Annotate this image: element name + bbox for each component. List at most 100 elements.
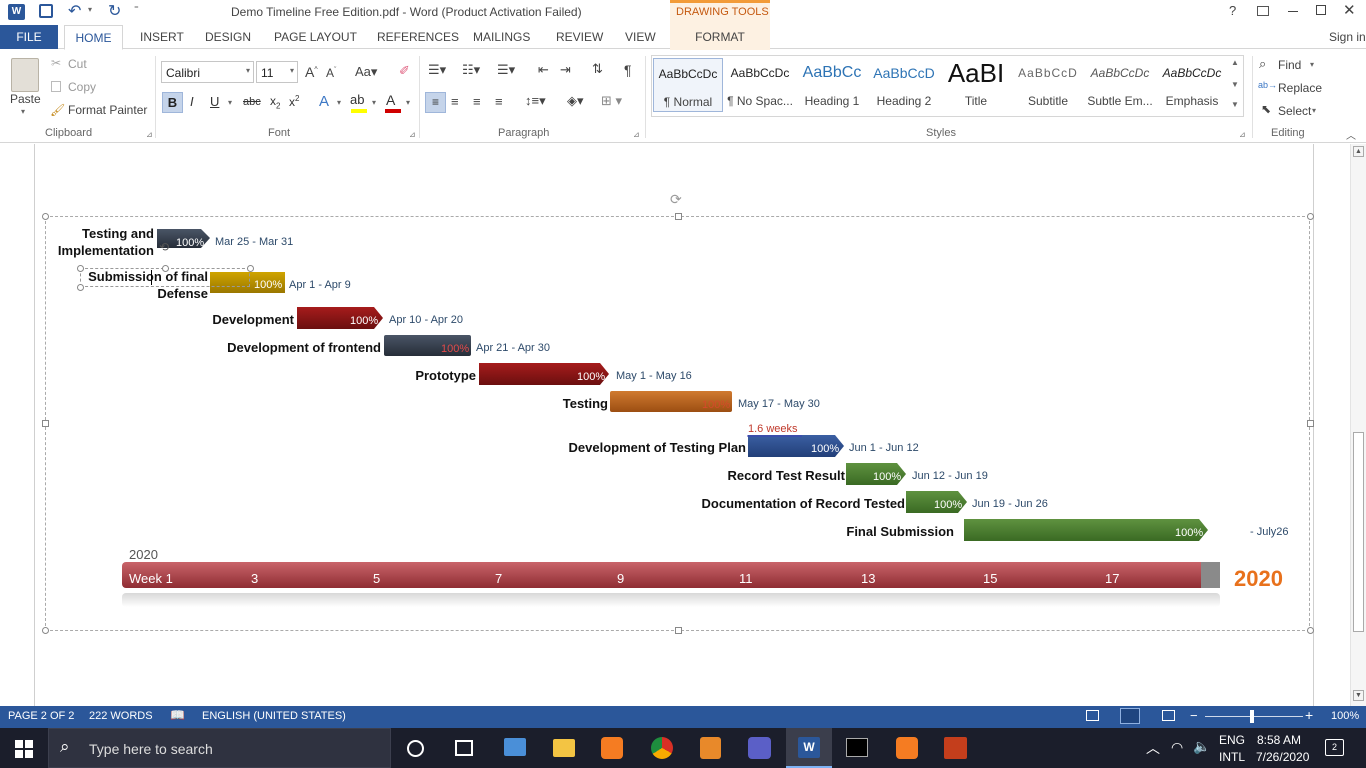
align-center-button[interactable]: ≡	[451, 94, 459, 109]
styles-launcher-icon[interactable]: ⊿	[1239, 130, 1246, 139]
xampp-icon[interactable]	[896, 737, 918, 759]
word-count[interactable]: 222 WORDS	[89, 710, 153, 722]
rotate-handle-icon[interactable]: ⟲	[159, 240, 169, 254]
tab-mailings[interactable]: MAILINGS	[473, 25, 530, 49]
network-app-icon[interactable]	[504, 738, 526, 756]
grow-font-icon[interactable]: A^	[305, 64, 318, 80]
bullets-icon[interactable]: ☰▾	[428, 62, 446, 78]
word-icon[interactable]: W	[8, 4, 25, 20]
show-marks-icon[interactable]: ¶	[624, 62, 632, 78]
wifi-icon[interactable]: ◠	[1171, 739, 1183, 756]
teams-icon[interactable]	[748, 737, 771, 759]
proofing-icon[interactable]: 📖	[170, 708, 185, 722]
task-label[interactable]: Record Test Result	[690, 468, 845, 483]
highlight-dropdown-icon[interactable]: ▾	[372, 98, 376, 107]
justify-button[interactable]: ≡	[495, 94, 503, 109]
font-name-box[interactable]: Calibri ▾	[161, 61, 254, 83]
select-button[interactable]: Select	[1278, 104, 1311, 118]
find-dropdown-icon[interactable]: ▾	[1310, 60, 1314, 69]
line-spacing-icon[interactable]: ↕≡▾	[525, 93, 546, 109]
paste-dropdown-icon[interactable]: ▾	[21, 107, 25, 116]
font-launcher-icon[interactable]: ⊿	[409, 130, 416, 139]
tab-insert[interactable]: INSERT	[140, 25, 184, 49]
copy-button[interactable]: Copy	[68, 80, 96, 94]
font-color-dropdown-icon[interactable]: ▾	[406, 98, 410, 107]
customize-qat-icon[interactable]: ⁼	[134, 4, 139, 15]
style-normal[interactable]: AaBbCcDc ¶ Normal	[653, 58, 723, 112]
tab-format[interactable]: FORMAT	[670, 25, 770, 49]
input-language-top[interactable]: ENG	[1219, 733, 1245, 747]
format-painter-button[interactable]: Format Painter	[68, 103, 147, 117]
web-layout-icon[interactable]	[1162, 710, 1175, 721]
cut-button[interactable]: Cut	[68, 57, 87, 71]
text-effects-icon[interactable]: A	[319, 93, 329, 110]
page-count[interactable]: PAGE 2 OF 2	[8, 710, 74, 722]
styles-more-icon[interactable]: ▼	[1231, 100, 1239, 109]
paste-icon[interactable]	[11, 58, 39, 92]
input-language-bottom[interactable]: INTL	[1219, 750, 1245, 764]
task-view-icon[interactable]	[455, 740, 473, 756]
notifications-icon[interactable]: 2	[1325, 739, 1344, 756]
zoom-slider-thumb[interactable]	[1250, 710, 1254, 723]
undo-dropdown-icon[interactable]: ▾	[88, 5, 92, 14]
task-label[interactable]: Documentation of Record Tested	[660, 496, 905, 511]
ribbon-display-options-icon[interactable]	[1257, 6, 1269, 16]
style-heading-2[interactable]: AaBbCcD Heading 2	[869, 58, 939, 112]
show-hidden-icons-icon[interactable]: ︿	[1146, 738, 1160, 758]
chrome-icon[interactable]	[651, 737, 673, 759]
tab-file[interactable]: FILE	[0, 25, 58, 49]
font-name-dropdown-icon[interactable]: ▾	[246, 66, 250, 75]
search-box[interactable]: ⌕ Type here to search	[48, 728, 391, 768]
style-title[interactable]: AaBI Title	[941, 58, 1011, 112]
align-right-button[interactable]: ≡	[473, 94, 481, 109]
clock-date[interactable]: 7/26/2020	[1256, 750, 1309, 764]
resize-handle[interactable]	[77, 265, 84, 272]
find-button[interactable]: Find	[1278, 58, 1301, 72]
sublime-icon[interactable]	[700, 737, 721, 759]
cortana-icon[interactable]	[407, 740, 424, 757]
styles-scroll-up-icon[interactable]: ▲	[1231, 58, 1239, 67]
close-icon[interactable]: ✕	[1343, 1, 1356, 19]
clock-time[interactable]: 8:58 AM	[1257, 733, 1301, 747]
text-effects-dropdown-icon[interactable]: ▾	[337, 98, 341, 107]
start-icon[interactable]	[15, 740, 33, 758]
style-heading-1[interactable]: AaBbCc Heading 1	[797, 58, 867, 112]
zoom-in-icon[interactable]: +	[1305, 707, 1313, 723]
task-label[interactable]: Testing	[520, 396, 608, 411]
shrink-font-icon[interactable]: Aˇ	[326, 66, 336, 80]
task-label-testing-implementation[interactable]: Testing and Implementation	[40, 225, 154, 259]
task-label[interactable]: Final Submission	[820, 524, 954, 539]
highlight-icon[interactable]: ab	[350, 92, 364, 107]
style-emphasis[interactable]: AaBbCcDc Emphasis	[1157, 58, 1227, 112]
task-label-submission[interactable]: Submission of final Defense	[80, 268, 208, 302]
minimize-icon[interactable]	[1288, 11, 1298, 12]
paragraph-launcher-icon[interactable]: ⊿	[633, 130, 640, 139]
paste-button[interactable]: Paste	[10, 92, 41, 106]
shading-icon[interactable]: ◈▾	[567, 93, 584, 109]
scroll-down-icon[interactable]: ▼	[1353, 690, 1364, 701]
style-subtle-emphasis[interactable]: AaBbCcDc Subtle Em...	[1085, 58, 1155, 112]
resize-handle[interactable]	[247, 265, 254, 272]
styles-scroll-down-icon[interactable]: ▼	[1231, 80, 1239, 89]
scroll-up-icon[interactable]: ▲	[1353, 146, 1364, 157]
tab-design[interactable]: DESIGN	[205, 25, 251, 49]
superscript-button[interactable]: x2	[289, 94, 299, 109]
numbering-icon[interactable]: ☷▾	[462, 62, 480, 78]
resize-handle[interactable]	[77, 284, 84, 291]
volume-icon[interactable]: 🔈	[1193, 738, 1210, 755]
xampp-icon[interactable]	[601, 737, 623, 759]
multilevel-list-icon[interactable]: ☰▾	[497, 62, 515, 78]
resize-handle[interactable]	[162, 265, 169, 272]
redo-icon[interactable]: ↻	[108, 1, 121, 21]
underline-dropdown-icon[interactable]: ▾	[228, 98, 232, 107]
bold-button[interactable]: B	[162, 92, 183, 113]
terminal-icon[interactable]	[846, 738, 868, 757]
decrease-indent-icon[interactable]: ⇤	[538, 62, 549, 78]
sort-icon[interactable]: ⇅	[592, 61, 603, 77]
help-icon[interactable]: ?	[1229, 3, 1236, 18]
scroll-thumb[interactable]	[1353, 432, 1364, 632]
style-no-spacing[interactable]: AaBbCcDc ¶ No Spac...	[725, 58, 795, 112]
align-left-button[interactable]: ≡	[425, 92, 446, 113]
font-color-icon[interactable]: A	[386, 92, 395, 108]
collapse-ribbon-icon[interactable]: ︿	[1346, 127, 1356, 142]
